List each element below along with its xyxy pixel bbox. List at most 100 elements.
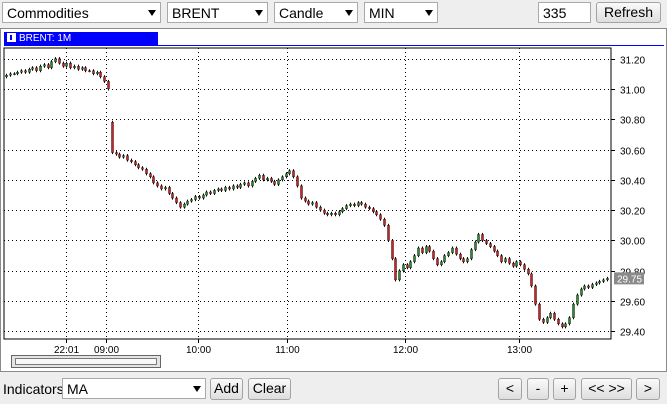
candle-body [504, 258, 507, 262]
candle-body [477, 234, 480, 243]
scroll-right-button[interactable]: > [636, 378, 660, 400]
candle-body [31, 67, 34, 70]
candle-body [202, 194, 205, 199]
candle-body [564, 323, 567, 328]
candle-body [92, 70, 95, 74]
candle-body [88, 70, 91, 72]
candle-body [512, 263, 515, 267]
candle-body [326, 213, 329, 215]
candle-body [152, 176, 155, 184]
candle-body [258, 175, 261, 179]
candle-body [368, 206, 371, 209]
candle-body [387, 225, 390, 241]
zoom-in-button[interactable]: + [553, 378, 576, 400]
candle-body [224, 187, 227, 191]
candle-body [466, 258, 469, 262]
candle-body [190, 199, 193, 202]
candle-body [126, 155, 129, 161]
chevron-down-icon [148, 10, 156, 16]
candle-body [304, 197, 307, 202]
candle-body [406, 264, 409, 268]
scrollbar-thumb[interactable] [15, 358, 157, 365]
bars-count-input[interactable]: 335 [538, 2, 591, 23]
candle-body [515, 261, 518, 267]
candle-body [171, 193, 174, 199]
fit-all-button[interactable]: << >> [581, 378, 632, 400]
candlestick-chart[interactable]: 31.2031.0030.8030.6030.4030.2030.0029.80… [1, 29, 666, 371]
candle-body [47, 64, 50, 68]
candle-body [428, 246, 431, 252]
candle-body [391, 240, 394, 259]
candle-body [35, 67, 38, 71]
candle-body [5, 75, 8, 77]
candle-body [557, 319, 560, 325]
candle-body [606, 278, 609, 281]
candle-body [553, 313, 556, 320]
candle-body [50, 61, 53, 68]
x-tick-label: 11:00 [275, 345, 300, 356]
y-tick-label: 31.20 [620, 56, 645, 67]
candle-body [141, 167, 144, 170]
candle-body [296, 176, 299, 187]
candle-body [130, 159, 133, 162]
clear-indicators-button[interactable]: Clear [248, 378, 291, 400]
interval-select-value: MIN [369, 5, 395, 21]
candle-body [213, 190, 216, 194]
candle-body [273, 181, 276, 185]
interval-select[interactable]: MIN [364, 2, 438, 23]
candle-body [228, 187, 231, 190]
category-select-value: Commodities [7, 5, 89, 21]
candle-body [134, 161, 137, 165]
symbol-select-value: BRENT [172, 5, 220, 21]
candle-body [179, 202, 182, 208]
y-tick-label: 30.40 [620, 177, 645, 188]
candle-body [323, 209, 326, 214]
candle-body [156, 182, 159, 187]
x-tick-label: 13:00 [507, 345, 532, 356]
candle-body [300, 185, 303, 199]
candle-body [451, 247, 454, 253]
candle-body [107, 81, 110, 90]
candle-body [13, 73, 16, 75]
symbol-select[interactable]: BRENT [167, 2, 268, 23]
chart-type-select[interactable]: Candle [274, 2, 358, 23]
y-tick-label: 30.80 [620, 116, 645, 127]
candle-body [447, 252, 450, 256]
zoom-out-button[interactable]: - [527, 378, 549, 400]
candle-body [115, 152, 118, 155]
candle-body [65, 62, 68, 67]
candle-body [485, 240, 488, 244]
scroll-left-button[interactable]: < [498, 378, 522, 400]
candle-body [270, 178, 273, 182]
candle-body [549, 313, 552, 318]
candle-body [288, 170, 291, 174]
horizontal-scrollbar[interactable] [11, 355, 161, 368]
candle-body [81, 67, 84, 70]
candle-body [58, 58, 61, 64]
candle-body [523, 264, 526, 270]
category-select[interactable]: Commodities [2, 2, 161, 23]
candle-body [595, 282, 598, 285]
candle-body [580, 288, 583, 296]
last-price-label: 29.75 [617, 274, 642, 285]
toolbar: Commodities BRENT Candle MIN 335 Refresh [0, 0, 667, 28]
candle-body [266, 178, 269, 181]
refresh-button[interactable]: Refresh [596, 2, 661, 23]
candle-body [24, 70, 27, 73]
candle-body [251, 181, 254, 187]
candle-body [349, 203, 352, 206]
candle-body [602, 279, 605, 282]
candle-body [62, 62, 65, 67]
candle-body [546, 317, 549, 323]
candle-body [217, 188, 220, 191]
candle-body [54, 58, 57, 62]
candle-body [164, 187, 167, 190]
add-indicator-button[interactable]: Add [210, 378, 243, 400]
candle-body [96, 72, 99, 74]
candle-body [122, 155, 125, 158]
candle-body [334, 213, 337, 215]
candle-body [534, 285, 537, 305]
candle-body [598, 281, 601, 284]
y-tick-label: 31.00 [620, 86, 645, 97]
indicator-select[interactable]: MA [62, 378, 206, 399]
